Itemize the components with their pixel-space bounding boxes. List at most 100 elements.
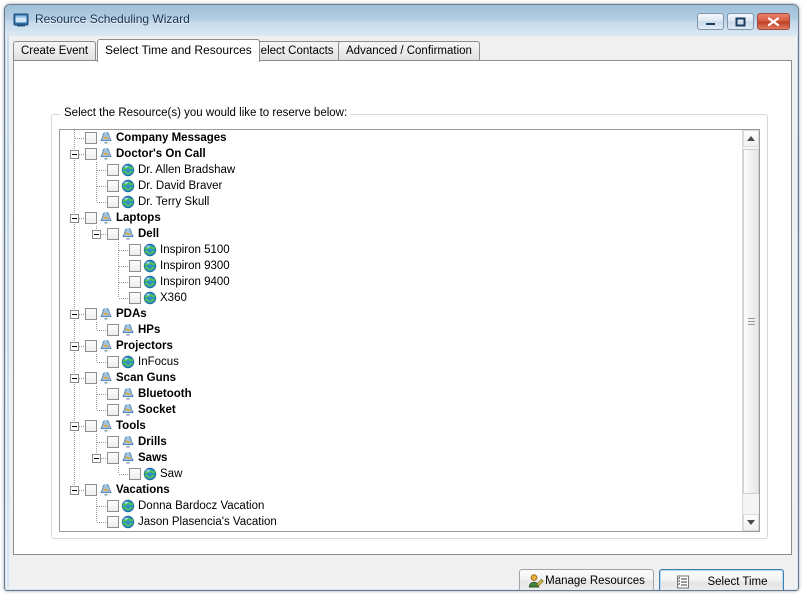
tree-item-checkbox[interactable] bbox=[85, 308, 97, 320]
tree-guide-line bbox=[119, 266, 128, 267]
maximize-button[interactable] bbox=[727, 13, 754, 30]
tree-item-checkbox[interactable] bbox=[85, 132, 97, 144]
tab-advanced-confirmation[interactable]: Advanced / Confirmation bbox=[338, 41, 480, 61]
tree-item-checkbox[interactable] bbox=[129, 260, 141, 272]
tree-collapse-toggle-icon[interactable] bbox=[70, 342, 79, 351]
tree-item-checkbox[interactable] bbox=[107, 404, 119, 416]
tree-item[interactable]: Vacations bbox=[60, 482, 743, 498]
tree-item-checkbox[interactable] bbox=[129, 276, 141, 288]
tree-item-label: Dr. Terry Skull bbox=[138, 196, 210, 208]
tree-rows-container: Company Messages Doctor's On Call Dr. Alle… bbox=[60, 130, 743, 531]
tree-guide-line bbox=[97, 410, 106, 411]
tree-item-checkbox[interactable] bbox=[85, 372, 97, 384]
tree-item-label: Saw bbox=[160, 468, 183, 480]
tree-item-label: Inspiron 9400 bbox=[160, 276, 230, 288]
tab-page: Select the Resource(s) you would like to… bbox=[13, 60, 792, 590]
tree-item-checkbox[interactable] bbox=[107, 436, 119, 448]
window-app-icon bbox=[13, 12, 29, 28]
select-time-button[interactable]: Select Time bbox=[659, 569, 784, 590]
tree-item[interactable]: Saws bbox=[60, 450, 743, 466]
tree-item[interactable]: Dr. David Braver bbox=[60, 178, 743, 194]
tree-item-label: Dr. David Braver bbox=[138, 180, 223, 192]
tree-item-label: Socket bbox=[138, 404, 176, 416]
tree-item[interactable]: Socket bbox=[60, 402, 743, 418]
tree-item[interactable]: X360 bbox=[60, 290, 743, 306]
close-button[interactable] bbox=[757, 13, 790, 30]
tree-item[interactable]: Drills bbox=[60, 434, 743, 450]
scroll-down-icon[interactable] bbox=[743, 514, 759, 531]
globe-icon bbox=[143, 467, 157, 481]
tree-guide-line bbox=[96, 354, 97, 362]
tree-item[interactable]: Donna Bardocz Vacation bbox=[60, 498, 743, 514]
minimize-button[interactable] bbox=[697, 13, 724, 30]
tree-item[interactable]: Inspiron 9300 bbox=[60, 258, 743, 274]
tree-item-checkbox[interactable] bbox=[85, 212, 97, 224]
tree-item[interactable]: Dr. Terry Skull bbox=[60, 194, 743, 210]
tree-item-checkbox[interactable] bbox=[107, 500, 119, 512]
tree-item[interactable]: Doctor's On Call bbox=[60, 146, 743, 162]
folder-icon bbox=[99, 419, 113, 433]
tree-item-label: Vacations bbox=[116, 484, 170, 496]
tree-item-checkbox[interactable] bbox=[85, 148, 97, 160]
tree-item-checkbox[interactable] bbox=[107, 452, 119, 464]
tree-collapse-toggle-icon[interactable] bbox=[92, 230, 101, 239]
tree-item-label: Inspiron 5100 bbox=[160, 244, 230, 256]
resource-tree-view[interactable]: Company Messages Doctor's On Call Dr. Alle… bbox=[59, 129, 760, 532]
manage-resources-button[interactable]: Manage Resources bbox=[519, 569, 654, 590]
tree-item-checkbox[interactable] bbox=[85, 484, 97, 496]
tree-item[interactable]: HPs bbox=[60, 322, 743, 338]
scroll-up-icon[interactable] bbox=[743, 130, 759, 147]
tree-guide-line bbox=[96, 514, 97, 522]
tree-collapse-toggle-icon[interactable] bbox=[70, 310, 79, 319]
tree-item[interactable]: Inspiron 9400 bbox=[60, 274, 743, 290]
tree-collapse-toggle-icon[interactable] bbox=[92, 454, 101, 463]
tree-guide-line bbox=[75, 138, 84, 139]
tree-item[interactable]: Laptops bbox=[60, 210, 743, 226]
tree-item[interactable]: Bluetooth bbox=[60, 386, 743, 402]
tree-item[interactable]: Inspiron 5100 bbox=[60, 242, 743, 258]
schedule-list-icon bbox=[675, 574, 691, 590]
tree-item[interactable]: Tools bbox=[60, 418, 743, 434]
tree-item-checkbox[interactable] bbox=[129, 244, 141, 256]
tree-collapse-toggle-icon[interactable] bbox=[70, 374, 79, 383]
tab-select-time-and-resources[interactable]: Select Time and Resources bbox=[97, 39, 260, 62]
tree-item-checkbox[interactable] bbox=[85, 420, 97, 432]
tree-item-checkbox[interactable] bbox=[107, 324, 119, 336]
tree-item[interactable]: Jason Plasencia's Vacation bbox=[60, 514, 743, 530]
tree-item-checkbox[interactable] bbox=[129, 292, 141, 304]
tree-item-checkbox[interactable] bbox=[85, 340, 97, 352]
globe-icon bbox=[121, 515, 135, 529]
tree-item-checkbox[interactable] bbox=[107, 228, 119, 240]
tree-item-checkbox[interactable] bbox=[107, 356, 119, 368]
tree-guide-line bbox=[96, 322, 97, 330]
tree-guide-line bbox=[74, 258, 75, 274]
tree-item-checkbox[interactable] bbox=[107, 180, 119, 192]
tree-item[interactable]: Dr. Allen Bradshaw bbox=[60, 162, 743, 178]
tree-item-checkbox[interactable] bbox=[129, 468, 141, 480]
tree-item-checkbox[interactable] bbox=[107, 388, 119, 400]
tree-item[interactable]: InFocus bbox=[60, 354, 743, 370]
tree-guide-line bbox=[74, 194, 75, 210]
tree-item-checkbox[interactable] bbox=[107, 196, 119, 208]
tree-item[interactable]: Company Messages bbox=[60, 130, 743, 146]
tree-item[interactable]: PDAs bbox=[60, 306, 743, 322]
globe-icon bbox=[121, 163, 135, 177]
folder-icon bbox=[121, 227, 135, 241]
scrollbar-thumb[interactable] bbox=[743, 149, 759, 494]
tree-item-label: Drills bbox=[138, 436, 167, 448]
tab-create-event[interactable]: Create Event bbox=[13, 41, 97, 61]
tree-item[interactable]: Saw bbox=[60, 466, 743, 482]
tree-collapse-toggle-icon[interactable] bbox=[70, 214, 79, 223]
manage-resources-label: Manage Resources bbox=[545, 574, 645, 587]
tree-item[interactable]: Projectors bbox=[60, 338, 743, 354]
tree-item-checkbox[interactable] bbox=[107, 164, 119, 176]
tree-collapse-toggle-icon[interactable] bbox=[70, 150, 79, 159]
tree-item[interactable]: Dell bbox=[60, 226, 743, 242]
tree-collapse-toggle-icon[interactable] bbox=[70, 486, 79, 495]
folder-icon bbox=[99, 147, 113, 161]
tree-scrollbar[interactable] bbox=[742, 130, 759, 531]
wizard-window: Resource Scheduling Wizard Create Event bbox=[4, 4, 799, 591]
tree-item[interactable]: Scan Guns bbox=[60, 370, 743, 386]
tree-item-checkbox[interactable] bbox=[107, 516, 119, 528]
tree-collapse-toggle-icon[interactable] bbox=[70, 422, 79, 431]
